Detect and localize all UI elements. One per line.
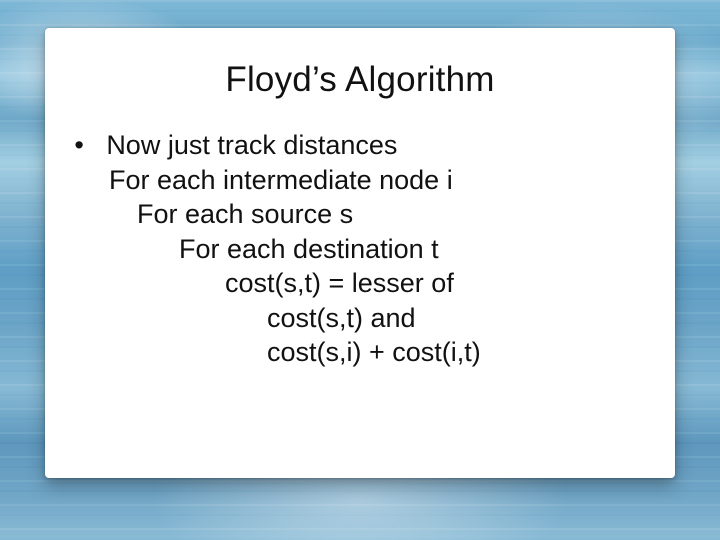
slide-body: • Now just track distances For each inte… [67,128,653,370]
line-3: For each destination t [67,232,653,267]
line-1: For each intermediate node i [67,163,653,198]
slide-background: Floyd’s Algorithm • Now just track dista… [0,0,720,540]
line-5: cost(s,t) and [67,301,653,336]
slide-card: Floyd’s Algorithm • Now just track dista… [45,28,675,478]
slide-title: Floyd’s Algorithm [67,60,653,100]
line-2: For each source s [67,197,653,232]
line-4: cost(s,t) = lesser of [67,266,653,301]
line-6: cost(s,i) + cost(i,t) [67,335,653,370]
bullet-line-0: • Now just track distances [67,128,653,163]
bullet-icon: • [67,128,91,163]
line-text: Now just track distances [106,130,397,160]
